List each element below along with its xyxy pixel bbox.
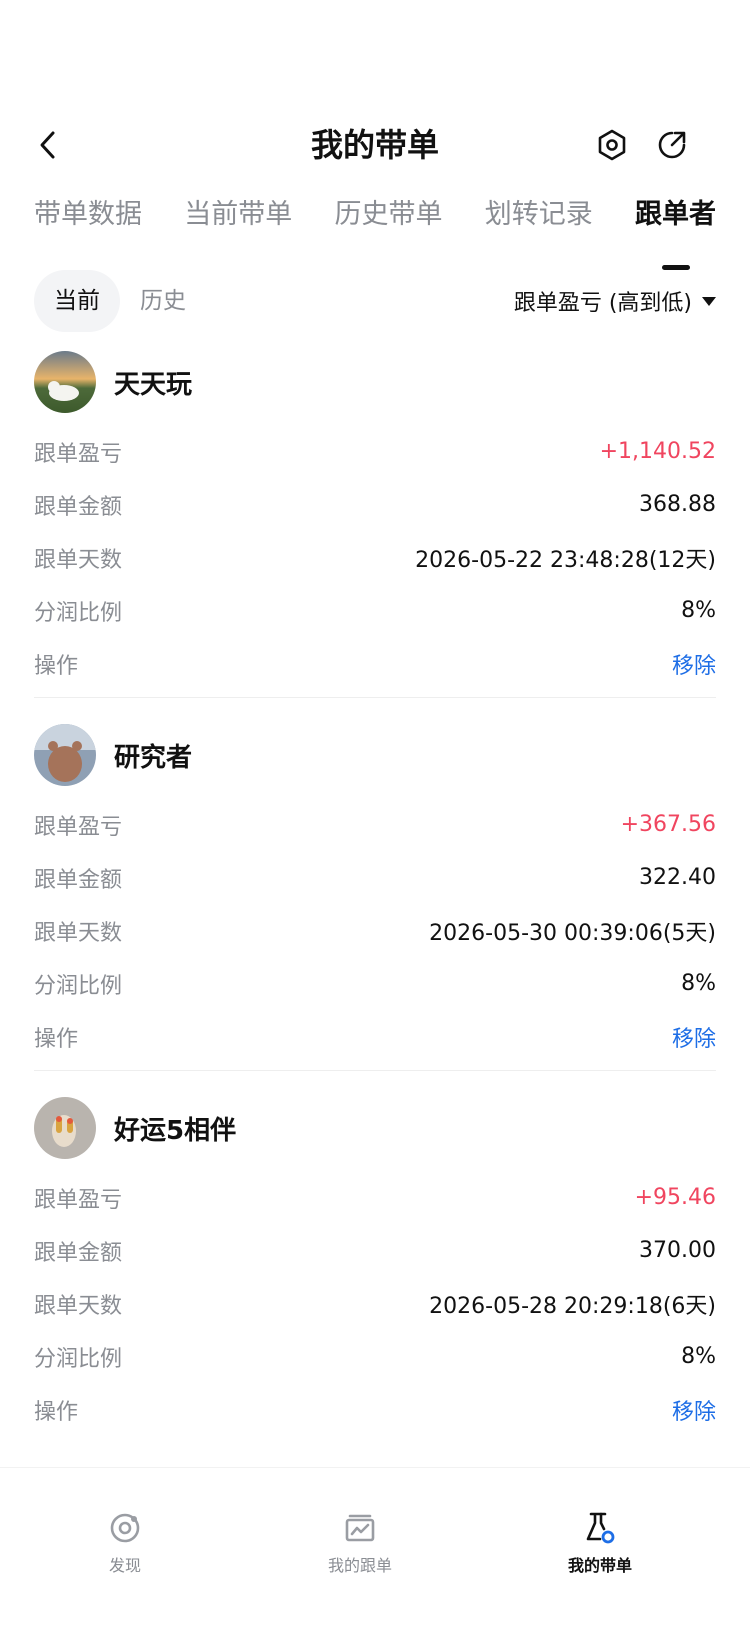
- nav-label: 我的跟单: [327, 1556, 392, 1575]
- tab-current-lead[interactable]: 当前带单: [184, 195, 292, 255]
- nav-my-lead[interactable]: 我的带单: [530, 1508, 670, 1576]
- discover-icon: [110, 1513, 140, 1543]
- row-label: 操作: [34, 1399, 79, 1425]
- tab-history-lead[interactable]: 历史带单: [335, 195, 443, 255]
- follower-card: 天天玩 跟单盈亏 +1,140.52 跟单金额 368.88 跟单天数 2026-05…: [34, 347, 716, 717]
- row-label: 分润比例: [34, 1346, 123, 1372]
- amount-value: 368.88: [639, 492, 716, 517]
- avatar: [34, 724, 96, 786]
- row-copy-days: 跟单天数 2026-05-22 23:48:28(12天): [34, 531, 716, 584]
- pnl-value: +1,140.52: [599, 439, 716, 464]
- nav-discover[interactable]: 发现: [55, 1508, 195, 1576]
- row-label: 跟单天数: [34, 920, 123, 946]
- nav-label: 发现: [108, 1556, 141, 1575]
- row-label: 跟单盈亏: [34, 1187, 123, 1213]
- page-title: 我的带单: [310, 126, 439, 164]
- share-value: 8%: [681, 1344, 716, 1369]
- hexagon-settings-icon: [598, 129, 626, 161]
- tab-lead-data[interactable]: 带单数据: [34, 195, 142, 255]
- remove-button[interactable]: 移除: [672, 648, 716, 680]
- bottom-nav: 发现 我的跟单 我的带单: [0, 1467, 750, 1630]
- sort-label: 跟单盈亏 (高到低): [513, 291, 692, 316]
- follower-card: 研究者 跟单盈亏 +367.56 跟单金额 322.40 跟单天数 2026-05-3…: [34, 720, 716, 1090]
- divider: [34, 1070, 716, 1071]
- row-copy-amount: 跟单金额 370.00: [34, 1224, 716, 1277]
- pnl-value: +95.46: [634, 1185, 716, 1210]
- avatar: [34, 351, 96, 413]
- tab-followers[interactable]: 跟单者: [635, 195, 716, 255]
- settings-button[interactable]: [592, 125, 632, 165]
- amount-value: 370.00: [639, 1238, 716, 1263]
- row-action: 操作 移除: [34, 1010, 716, 1063]
- segment-control: 当前 历史: [34, 270, 206, 332]
- days-value: 2026-05-28 20:29:18(6天): [429, 1293, 716, 1319]
- segment-current[interactable]: 当前: [34, 270, 120, 332]
- row-label: 跟单盈亏: [34, 441, 123, 467]
- row-profit-share: 分润比例 8%: [34, 1330, 716, 1383]
- pnl-value: +367.56: [620, 812, 716, 837]
- row-label: 跟单天数: [34, 1293, 123, 1319]
- remove-button[interactable]: 移除: [672, 1021, 716, 1053]
- nav-my-copy[interactable]: 我的跟单: [290, 1508, 430, 1576]
- share-button[interactable]: [652, 125, 692, 165]
- nav-label: 我的带单: [567, 1556, 632, 1575]
- remove-button[interactable]: 移除: [672, 1394, 716, 1426]
- row-copy-amount: 跟单金额 322.40: [34, 851, 716, 904]
- row-label: 跟单盈亏: [34, 814, 123, 840]
- avatar: [34, 1097, 96, 1159]
- row-copy-pnl: 跟单盈亏 +1,140.52: [34, 425, 716, 478]
- follower-name: 好运5相伴: [114, 1115, 237, 1146]
- share-value: 8%: [681, 971, 716, 996]
- row-label: 分润比例: [34, 600, 123, 626]
- follower-card: 好运5相伴 跟单盈亏 +95.46 跟单金额 370.00 跟单天数 2026-05-…: [34, 1093, 716, 1463]
- triangle-down-icon: [702, 296, 716, 306]
- row-label: 跟单天数: [34, 547, 123, 573]
- top-bar: 我的带单: [0, 105, 750, 185]
- row-profit-share: 分润比例 8%: [34, 957, 716, 1010]
- days-value: 2026-05-30 00:39:06(5天): [429, 920, 716, 946]
- sort-dropdown[interactable]: 跟单盈亏 (高到低): [514, 270, 716, 332]
- row-label: 跟单金额: [34, 494, 123, 520]
- row-copy-days: 跟单天数 2026-05-28 20:29:18(6天): [34, 1277, 716, 1330]
- row-profit-share: 分润比例 8%: [34, 584, 716, 637]
- row-label: 分润比例: [34, 973, 123, 999]
- filter-bar: 当前 历史 跟单盈亏 (高到低): [34, 270, 716, 332]
- tab-bar: 带单数据 当前带单 历史带单 划转记录 跟单者: [34, 195, 716, 255]
- follower-name: 研究者: [114, 742, 193, 773]
- row-action: 操作 移除: [34, 637, 716, 690]
- segment-history[interactable]: 历史: [120, 270, 206, 332]
- divider: [34, 697, 716, 698]
- row-label: 跟单金额: [34, 867, 123, 893]
- row-copy-pnl: 跟单盈亏 +367.56: [34, 798, 716, 851]
- row-copy-pnl: 跟单盈亏 +95.46: [34, 1171, 716, 1224]
- follower-name: 天天玩: [114, 369, 193, 400]
- flask-icon: [586, 1512, 615, 1544]
- share-icon: [658, 131, 686, 159]
- row-label: 跟单金额: [34, 1240, 123, 1266]
- share-value: 8%: [681, 598, 716, 623]
- amount-value: 322.40: [639, 865, 716, 890]
- row-label: 操作: [34, 1026, 79, 1052]
- row-copy-amount: 跟单金额 368.88: [34, 478, 716, 531]
- row-label: 操作: [34, 653, 79, 679]
- row-copy-days: 跟单天数 2026-05-30 00:39:06(5天): [34, 904, 716, 957]
- days-value: 2026-05-22 23:48:28(12天): [415, 547, 716, 573]
- chart-icon: [345, 1514, 375, 1542]
- row-action: 操作 移除: [34, 1383, 716, 1436]
- tab-transfer-records[interactable]: 划转记录: [485, 195, 593, 255]
